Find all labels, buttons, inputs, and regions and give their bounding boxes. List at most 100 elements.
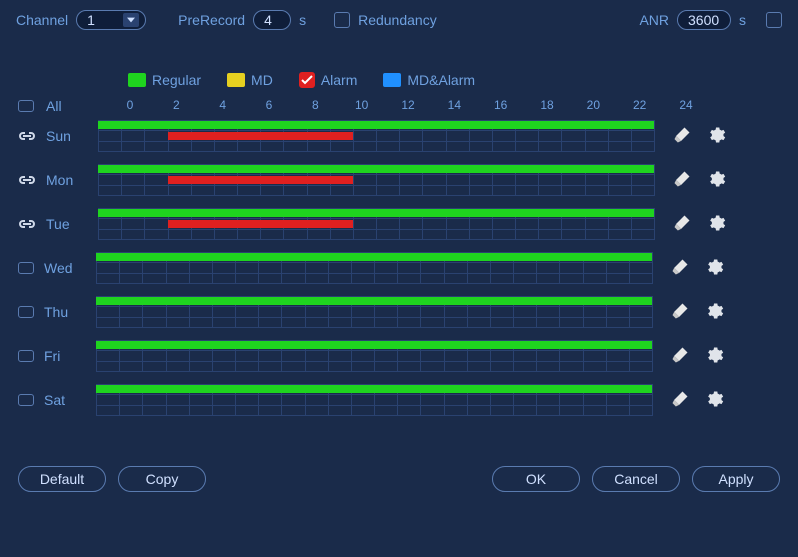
day-row-thu: Thu: [18, 290, 798, 334]
legend-md[interactable]: MD: [227, 72, 273, 88]
eraser-icon[interactable]: [672, 213, 692, 236]
segment-green[interactable]: [98, 121, 654, 129]
anr-label: ANR: [639, 12, 669, 28]
channel-value: 1: [87, 12, 123, 28]
day-toggle[interactable]: [18, 262, 34, 274]
hour-tick: 10: [355, 98, 368, 112]
prerecord-value: 4: [264, 12, 272, 28]
all-label: All: [46, 98, 98, 114]
day-row-fri: Fri: [18, 334, 798, 378]
prerecord-input[interactable]: 4: [253, 10, 291, 30]
timeline[interactable]: [98, 164, 654, 196]
anr-unit: s: [739, 12, 746, 28]
apply-button[interactable]: Apply: [692, 466, 780, 492]
gear-icon[interactable]: [706, 169, 726, 192]
day-name: Thu: [44, 304, 96, 320]
day-toggle[interactable]: [18, 394, 34, 406]
day-name: Tue: [46, 216, 98, 232]
eraser-icon[interactable]: [670, 257, 690, 280]
redundancy-checkbox[interactable]: [334, 12, 350, 28]
timeline[interactable]: [98, 208, 654, 240]
day-toggle[interactable]: [18, 350, 34, 362]
eraser-icon[interactable]: [672, 169, 692, 192]
gear-icon[interactable]: [704, 345, 724, 368]
hour-tick: 4: [219, 98, 226, 112]
legend-regular[interactable]: Regular: [128, 72, 201, 88]
timeline[interactable]: [96, 384, 652, 416]
segment-green[interactable]: [96, 297, 652, 305]
segment-green[interactable]: [98, 209, 654, 217]
hour-tick: 12: [401, 98, 414, 112]
md-swatch: [227, 73, 245, 87]
hour-tick: 8: [312, 98, 319, 112]
regular-swatch: [128, 73, 146, 87]
hour-scale: 024681012141618202224: [130, 98, 686, 114]
hour-tick: 24: [679, 98, 692, 112]
segment-red[interactable]: [168, 132, 353, 140]
channel-dropdown[interactable]: 1: [76, 10, 146, 30]
prerecord-label: PreRecord: [178, 12, 245, 28]
legend-md-alarm-label: MD&Alarm: [407, 72, 475, 88]
hour-tick: 0: [127, 98, 134, 112]
timeline[interactable]: [96, 252, 652, 284]
link-icon[interactable]: [18, 129, 36, 143]
day-name: Mon: [46, 172, 98, 188]
legend-md-alarm[interactable]: MD&Alarm: [383, 72, 475, 88]
segment-green[interactable]: [98, 165, 654, 173]
hour-tick: 20: [587, 98, 600, 112]
segment-green[interactable]: [96, 385, 652, 393]
ok-button[interactable]: OK: [492, 466, 580, 492]
eraser-icon[interactable]: [670, 345, 690, 368]
gear-icon[interactable]: [706, 125, 726, 148]
redundancy-label: Redundancy: [358, 12, 437, 28]
timeline[interactable]: [96, 296, 652, 328]
day-row-wed: Wed: [18, 246, 798, 290]
gear-icon[interactable]: [704, 301, 724, 324]
channel-label: Channel: [16, 12, 68, 28]
cancel-button[interactable]: Cancel: [592, 466, 680, 492]
day-name: Fri: [44, 348, 96, 364]
md-alarm-swatch: [383, 73, 401, 87]
segment-red[interactable]: [168, 220, 353, 228]
legend-md-label: MD: [251, 72, 273, 88]
anr-value: 3600: [688, 12, 719, 28]
hour-tick: 16: [494, 98, 507, 112]
legend-regular-label: Regular: [152, 72, 201, 88]
day-row-mon: Mon: [18, 158, 798, 202]
all-toggle[interactable]: [18, 100, 34, 112]
eraser-icon[interactable]: [670, 389, 690, 412]
eraser-icon[interactable]: [670, 301, 690, 324]
day-name: Wed: [44, 260, 96, 276]
copy-button[interactable]: Copy: [118, 466, 206, 492]
day-toggle[interactable]: [18, 306, 34, 318]
anr-checkbox[interactable]: [766, 12, 782, 28]
hour-tick: 6: [266, 98, 273, 112]
segment-green[interactable]: [96, 253, 652, 261]
timeline[interactable]: [96, 340, 652, 372]
gear-icon[interactable]: [704, 257, 724, 280]
hour-tick: 2: [173, 98, 180, 112]
gear-icon[interactable]: [706, 213, 726, 236]
link-icon[interactable]: [18, 173, 36, 187]
segment-red[interactable]: [168, 176, 353, 184]
legend-alarm-label: Alarm: [321, 72, 358, 88]
segment-green[interactable]: [96, 341, 652, 349]
default-button[interactable]: Default: [18, 466, 106, 492]
hour-tick: 18: [540, 98, 553, 112]
day-row-sun: Sun: [18, 114, 798, 158]
eraser-icon[interactable]: [672, 125, 692, 148]
day-name: Sat: [44, 392, 96, 408]
timeline[interactable]: [98, 120, 654, 152]
chevron-down-icon: [123, 13, 139, 27]
prerecord-unit: s: [299, 12, 306, 28]
day-name: Sun: [46, 128, 98, 144]
gear-icon[interactable]: [704, 389, 724, 412]
link-icon[interactable]: [18, 217, 36, 231]
legend-alarm[interactable]: Alarm: [299, 72, 358, 88]
hour-tick: 14: [448, 98, 461, 112]
hour-tick: 22: [633, 98, 646, 112]
anr-input[interactable]: 3600: [677, 10, 731, 30]
day-row-sat: Sat: [18, 378, 798, 422]
day-row-tue: Tue: [18, 202, 798, 246]
alarm-checkbox[interactable]: [299, 72, 315, 88]
